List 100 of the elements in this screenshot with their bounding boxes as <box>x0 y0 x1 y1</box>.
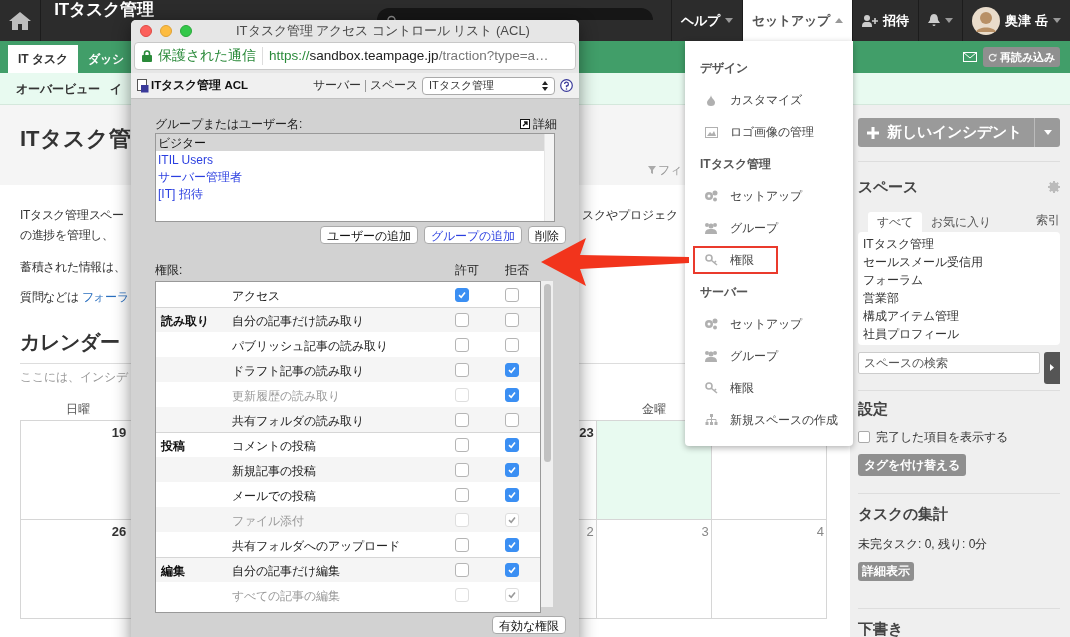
subnav-link[interactable]: イ <box>110 79 122 98</box>
principal-item[interactable]: ビジター <box>156 134 544 151</box>
mail-icon <box>963 52 977 62</box>
permission-label: 更新履歴の読み取り <box>232 388 340 403</box>
acl-heading: ITタスク管理 ACL <box>151 77 249 93</box>
page-title: ITタスク管 <box>20 125 131 153</box>
check-icon <box>507 389 517 400</box>
field-label: 権限: <box>155 262 183 279</box>
check-icon <box>507 440 517 450</box>
list-action-button[interactable]: ユーザーの追加 <box>320 226 418 244</box>
permission-label: コメントの投稿 <box>232 439 316 453</box>
space-tab[interactable]: すべて <box>868 211 922 232</box>
bell-icon <box>928 14 941 27</box>
subnav-link[interactable]: オーバービュー <box>16 79 100 98</box>
minimize-button[interactable] <box>160 25 172 37</box>
caret-icon <box>1043 130 1052 135</box>
sitemap-icon <box>704 414 718 426</box>
day-number: 19 <box>111 424 127 442</box>
zoom-button[interactable] <box>180 25 192 37</box>
index-link[interactable]: 索引 <box>1036 210 1060 229</box>
effective-permissions-button[interactable]: 有効な権限 <box>492 616 566 634</box>
list-action-button[interactable]: グループの追加 <box>424 226 522 244</box>
check-icon <box>507 514 517 525</box>
description-text: 質問などは フォーラ <box>20 289 129 306</box>
space-link[interactable]: 営業部 <box>863 288 1055 307</box>
address-bar[interactable]: 保護された通信 https://sandbox.teampage.jp/traction?type=a… <box>134 42 576 70</box>
checkbox[interactable] <box>455 563 469 577</box>
calendar-day-cell[interactable] <box>596 421 712 520</box>
summary-text: 未完タスク: 0, 残り: 0分 <box>858 535 989 553</box>
app-title: ITタスク管理 <box>54 1 156 19</box>
server-link[interactable]: サーバー <box>313 76 361 95</box>
day-number: 23 <box>579 424 594 442</box>
detail-link[interactable]: 詳細 <box>520 115 557 133</box>
check-icon <box>457 289 467 300</box>
menu-button[interactable]: セットアップ <box>742 0 853 41</box>
list-action-button[interactable]: 削除 <box>528 226 566 244</box>
check-icon <box>507 539 517 550</box>
permission-label: ドラフト記事の読み取り <box>232 363 364 378</box>
forum-link[interactable]: フォーラ <box>81 290 129 304</box>
checkbox[interactable] <box>505 438 519 452</box>
permission-label: 自分の記事だけ読み取り <box>232 314 364 328</box>
key-icon <box>704 382 718 394</box>
space-tab[interactable]: お気に入り <box>922 211 1000 232</box>
tab[interactable]: IT タスク <box>8 45 78 73</box>
checkbox[interactable] <box>455 487 469 502</box>
checkbox[interactable] <box>455 362 469 377</box>
checkbox-label: 完了した項目を表示する <box>876 429 1008 446</box>
calendar-day-cell[interactable]: 3 <box>596 520 712 619</box>
space-link[interactable]: 構成アイテム管理 <box>863 306 1055 325</box>
menu-item[interactable]: カスタマイズ <box>693 86 826 114</box>
column-header: 拒否 <box>504 262 530 279</box>
external-link-icon <box>520 119 530 129</box>
space-link[interactable]: ITタスク管理 <box>863 234 1055 253</box>
space-link[interactable]: 社員プロフィール <box>863 324 1055 343</box>
search-field[interactable] <box>377 8 654 20</box>
checkbox[interactable] <box>505 487 519 502</box>
checkbox[interactable] <box>455 438 469 452</box>
checkbox[interactable] <box>505 412 519 427</box>
checkbox[interactable] <box>505 362 519 377</box>
checkbox[interactable] <box>505 313 519 327</box>
checkbox[interactable] <box>505 537 519 552</box>
users-icon <box>704 350 718 362</box>
calendar-day-cell[interactable]: 4 <box>711 520 827 619</box>
space-link[interactable]: フォーラム <box>863 270 1055 289</box>
menu-item[interactable]: ロゴ画像の管理 <box>693 118 838 146</box>
menu-item[interactable]: 権限 <box>693 374 778 402</box>
checkbox[interactable] <box>858 431 870 443</box>
checkbox[interactable] <box>505 287 519 302</box>
caret-icon <box>1053 18 1061 23</box>
checkbox[interactable] <box>455 537 469 552</box>
add-user-icon <box>862 14 879 27</box>
checkbox[interactable] <box>505 462 519 477</box>
secure-label: 保護された通信 <box>158 46 256 65</box>
help-icon[interactable] <box>560 79 573 92</box>
menu-item[interactable]: グループ <box>693 214 802 242</box>
permission-label: 共有フォルダの読み取り <box>232 413 364 428</box>
checkbox[interactable] <box>455 412 469 427</box>
checkbox[interactable] <box>505 337 519 352</box>
space-search-field[interactable]: スペースの検索 <box>858 351 1040 374</box>
menu-item[interactable]: グループ <box>693 342 802 370</box>
permission-label: ファイル添付 <box>232 513 304 528</box>
column-header: 許可 <box>454 262 480 279</box>
checkbox[interactable] <box>455 313 469 327</box>
menu-section-title: サーバー <box>700 284 748 301</box>
space-select[interactable]: ITタスク管理 <box>422 76 555 95</box>
checkbox[interactable] <box>505 563 519 577</box>
space-link[interactable]: セールスメール受信用 <box>863 252 1055 271</box>
checkbox[interactable] <box>455 337 469 352</box>
checkbox[interactable] <box>455 287 469 302</box>
menu-item[interactable]: 権限 <box>693 246 778 274</box>
weekday-label: 日曜 <box>65 401 90 418</box>
checkbox[interactable] <box>455 462 469 477</box>
menu-item[interactable]: セットアップ <box>693 310 826 338</box>
permission-label: パブリッシュ記事の読み取り <box>232 338 388 353</box>
principal-item[interactable]: サーバー管理者 <box>156 168 544 185</box>
panel-toggle[interactable] <box>1043 351 1060 384</box>
menu-item[interactable]: セットアップ <box>693 182 826 210</box>
principal-item[interactable]: [IT] 招待 <box>156 185 544 202</box>
principal-item[interactable]: ITIL Users <box>156 151 544 168</box>
close-button[interactable] <box>140 25 152 37</box>
